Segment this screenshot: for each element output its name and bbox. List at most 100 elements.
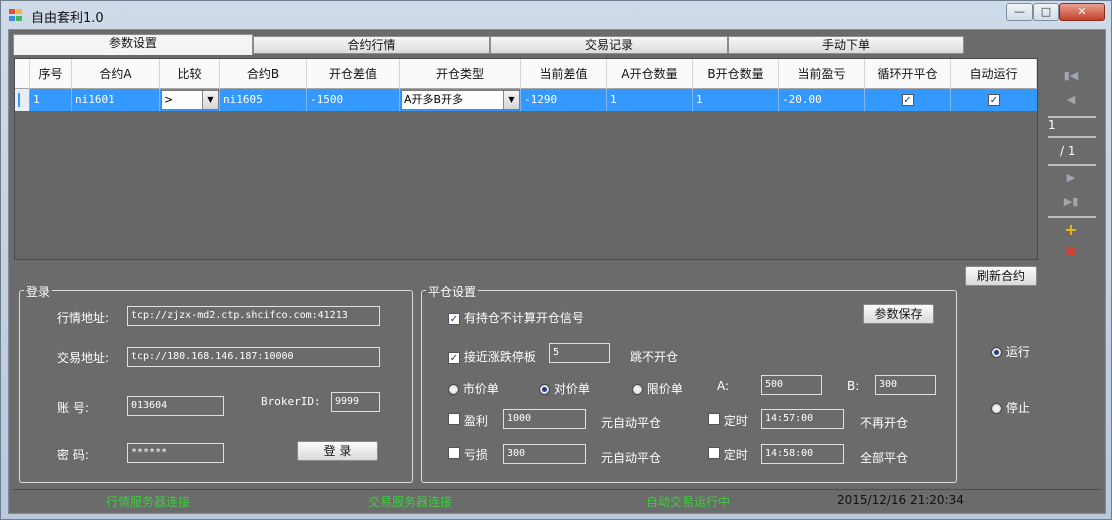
cycle-checkbox[interactable]: ✓ bbox=[901, 94, 914, 106]
refresh-contracts-button[interactable]: 刷新合约 bbox=[965, 266, 1037, 286]
col-header-pnl[interactable]: 当前盈亏 bbox=[779, 59, 865, 89]
run-radio[interactable] bbox=[991, 347, 1002, 358]
cell-qty-a[interactable]: 1 bbox=[607, 89, 693, 111]
delete-record-button[interactable]: ✖ bbox=[1057, 242, 1085, 262]
limit-option[interactable]: ✓ 接近涨跌停板 bbox=[448, 348, 536, 365]
maximize-icon: □ bbox=[1040, 5, 1052, 18]
col-header-contract-b[interactable]: 合约B bbox=[220, 59, 307, 89]
loss-input[interactable]: 300 bbox=[503, 444, 586, 464]
broker-id-input[interactable]: 9999 bbox=[331, 392, 380, 412]
broker-id-label: BrokerID: bbox=[261, 395, 321, 408]
grid-header: 序号 合约A 比较 合约B 开仓差值 开仓类型 当前差值 A开仓数量 B开仓数量… bbox=[15, 59, 1037, 89]
cell-compare: > ▼ bbox=[160, 89, 220, 111]
auto-checkbox[interactable]: ✓ bbox=[988, 94, 1000, 106]
compare-dropdown[interactable]: > ▼ bbox=[161, 90, 219, 110]
prev-record-button[interactable]: ◀ bbox=[1057, 90, 1085, 110]
counter-order-radio[interactable] bbox=[539, 384, 550, 395]
a-price-input[interactable]: 500 bbox=[761, 375, 822, 395]
last-record-button[interactable]: ▶▮ bbox=[1057, 192, 1085, 212]
timer2-option[interactable]: 定时 bbox=[708, 446, 748, 463]
timer2-label: 定时 bbox=[723, 448, 748, 462]
save-params-button[interactable]: 参数保存 bbox=[863, 304, 934, 324]
open-type-dropdown[interactable]: A开多B开多 ▼ bbox=[401, 90, 520, 110]
total-pages: / 1 bbox=[1060, 144, 1076, 158]
cell-cycle: ✓ bbox=[865, 89, 951, 111]
cell-pnl[interactable]: -20.00 bbox=[779, 89, 865, 111]
client-area: 参数设置 合约行情 交易记录 手动下单 序号 合约A 比较 合约B 开仓差值 开… bbox=[8, 29, 1106, 514]
app-icon bbox=[9, 9, 23, 22]
b-price-label: B: bbox=[847, 379, 860, 393]
limit-order-radio[interactable] bbox=[632, 384, 643, 395]
tab-quotes[interactable]: 合约行情 bbox=[253, 36, 490, 54]
profit-input[interactable]: 1000 bbox=[503, 409, 586, 429]
col-header-open-type[interactable]: 开仓类型 bbox=[400, 59, 521, 89]
col-header-auto[interactable]: 自动运行 bbox=[951, 59, 1037, 89]
stop-option[interactable]: 停止 bbox=[991, 399, 1030, 416]
cell-index[interactable]: 1 bbox=[30, 89, 72, 111]
col-header-current-diff[interactable]: 当前差值 bbox=[521, 59, 607, 89]
cell-contract-b[interactable]: ni1605 bbox=[220, 89, 307, 111]
cell-open-diff[interactable]: -1500 bbox=[307, 89, 400, 111]
col-header-compare[interactable]: 比较 bbox=[160, 59, 220, 89]
login-button[interactable]: 登 录 bbox=[297, 441, 378, 461]
profit-suffix: 元自动平仓 bbox=[601, 416, 662, 430]
col-header-qty-b[interactable]: B开仓数量 bbox=[693, 59, 779, 89]
profit-checkbox[interactable] bbox=[448, 413, 460, 425]
counter-order-option[interactable]: 对价单 bbox=[539, 380, 590, 397]
run-option[interactable]: 运行 bbox=[991, 343, 1030, 360]
current-page[interactable]: 1 bbox=[1048, 118, 1056, 132]
add-record-button[interactable]: + bbox=[1057, 220, 1085, 240]
minimize-button[interactable]: — bbox=[1006, 3, 1033, 21]
col-header-cycle[interactable]: 循环开平仓 bbox=[865, 59, 951, 89]
limit-ticks-input[interactable]: 5 bbox=[549, 343, 610, 363]
timer2-checkbox[interactable] bbox=[708, 447, 720, 459]
col-header-contract-a[interactable]: 合约A bbox=[72, 59, 160, 89]
market-order-radio[interactable] bbox=[448, 384, 459, 395]
cell-contract-a[interactable]: ni1601 bbox=[72, 89, 160, 111]
timer1-input[interactable]: 14:57:00 bbox=[761, 409, 844, 429]
status-bar: 行情服务器连接 交易服务器连接 自动交易运行中 2015/12/16 21:20… bbox=[13, 489, 1101, 511]
main-window: 自由套利1.0 — □ ✕ 参数设置 合约行情 交易记录 手动下单 序号 合约A… bbox=[0, 0, 1112, 520]
cell-auto: ✓ bbox=[951, 89, 1037, 111]
b-price-input[interactable]: 300 bbox=[875, 375, 936, 395]
timer1-checkbox[interactable] bbox=[708, 413, 720, 425]
timer1-suffix: 不再开仓 bbox=[860, 416, 909, 430]
tab-params[interactable]: 参数设置 bbox=[13, 34, 253, 55]
limit-checkbox[interactable]: ✓ bbox=[448, 352, 460, 364]
market-address-input[interactable]: tcp://zjzx-md2.ctp.shcifco.com:41213 bbox=[127, 306, 380, 326]
market-order-option[interactable]: 市价单 bbox=[448, 380, 499, 397]
market-server-status: 行情服务器连接 bbox=[106, 495, 191, 509]
maximize-button[interactable]: □ bbox=[1033, 3, 1059, 21]
loss-suffix: 元自动平仓 bbox=[601, 451, 662, 465]
limit-order-option[interactable]: 限价单 bbox=[632, 380, 683, 397]
row-selector[interactable] bbox=[15, 89, 30, 111]
password-label: 密 码: bbox=[57, 448, 89, 462]
close-button[interactable]: ✕ bbox=[1059, 3, 1105, 21]
no-signal-option[interactable]: ✓ 有持仓不计算开仓信号 bbox=[448, 309, 584, 326]
col-header-index[interactable]: 序号 bbox=[30, 59, 72, 89]
password-input[interactable]: ****** bbox=[127, 443, 224, 463]
stop-radio[interactable] bbox=[991, 403, 1002, 414]
loss-option[interactable]: 亏损 bbox=[448, 446, 488, 463]
tab-manual-order[interactable]: 手动下单 bbox=[728, 36, 964, 54]
trade-address-input[interactable]: tcp://180.168.146.187:10000 bbox=[127, 347, 380, 367]
profit-option[interactable]: 盈利 bbox=[448, 412, 488, 429]
market-order-label: 市价单 bbox=[462, 382, 499, 396]
account-input[interactable]: 013604 bbox=[127, 396, 224, 416]
no-signal-checkbox[interactable]: ✓ bbox=[448, 313, 460, 325]
table-row[interactable]: 1 ni1601 > ▼ ni1605 -1500 A开多B开多 ▼ -1290 1… bbox=[15, 89, 1037, 111]
first-record-button[interactable]: ▮◀ bbox=[1057, 66, 1085, 86]
next-record-button[interactable]: ▶ bbox=[1057, 168, 1085, 188]
timer1-option[interactable]: 定时 bbox=[708, 412, 748, 429]
contract-grid[interactable]: 序号 合约A 比较 合约B 开仓差值 开仓类型 当前差值 A开仓数量 B开仓数量… bbox=[14, 58, 1038, 260]
chevron-down-icon: ▼ bbox=[503, 91, 519, 109]
col-header-open-diff[interactable]: 开仓差值 bbox=[307, 59, 400, 89]
tab-trades[interactable]: 交易记录 bbox=[490, 36, 728, 54]
status-datetime: 2015/12/16 21:20:34 bbox=[837, 493, 964, 507]
cell-qty-b[interactable]: 1 bbox=[693, 89, 779, 111]
loss-checkbox[interactable] bbox=[448, 447, 460, 459]
col-header-qty-a[interactable]: A开仓数量 bbox=[607, 59, 693, 89]
timer2-input[interactable]: 14:58:00 bbox=[761, 444, 844, 464]
cell-current-diff[interactable]: -1290 bbox=[521, 89, 607, 111]
close-icon: ✕ bbox=[1077, 5, 1087, 18]
